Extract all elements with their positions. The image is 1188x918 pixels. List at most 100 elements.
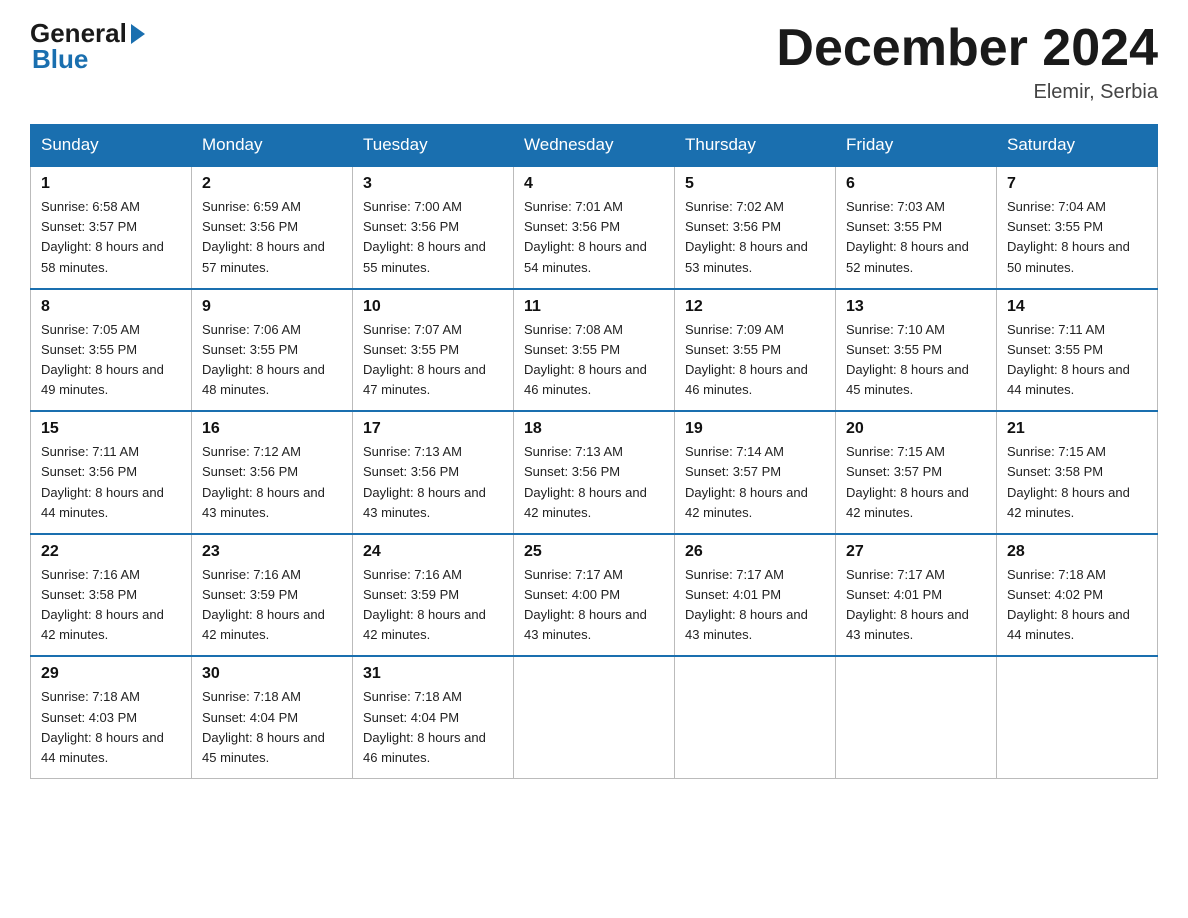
- day-number: 25: [524, 543, 664, 561]
- day-number: 19: [685, 420, 825, 438]
- calendar-cell: 10 Sunrise: 7:07 AMSunset: 3:55 PMDayligh…: [353, 289, 514, 412]
- month-title: December 2024: [776, 20, 1158, 77]
- day-number: 10: [363, 298, 503, 316]
- day-info: Sunrise: 7:16 AMSunset: 3:58 PMDaylight:…: [41, 565, 181, 646]
- calendar-cell: 26 Sunrise: 7:17 AMSunset: 4:01 PMDayligh…: [675, 534, 836, 657]
- calendar-cell: [514, 656, 675, 778]
- day-number: 8: [41, 298, 181, 316]
- day-number: 15: [41, 420, 181, 438]
- day-header-monday: Monday: [192, 125, 353, 167]
- week-row-1: 1 Sunrise: 6:58 AMSunset: 3:57 PMDaylight…: [31, 166, 1158, 289]
- day-number: 6: [846, 175, 986, 193]
- day-number: 30: [202, 665, 342, 683]
- day-header-friday: Friday: [836, 125, 997, 167]
- calendar-cell: 1 Sunrise: 6:58 AMSunset: 3:57 PMDaylight…: [31, 166, 192, 289]
- header-row: SundayMondayTuesdayWednesdayThursdayFrid…: [31, 125, 1158, 167]
- day-info: Sunrise: 7:13 AMSunset: 3:56 PMDaylight:…: [524, 442, 664, 523]
- day-info: Sunrise: 7:05 AMSunset: 3:55 PMDaylight:…: [41, 320, 181, 401]
- day-info: Sunrise: 7:14 AMSunset: 3:57 PMDaylight:…: [685, 442, 825, 523]
- calendar-cell: [836, 656, 997, 778]
- day-info: Sunrise: 7:02 AMSunset: 3:56 PMDaylight:…: [685, 197, 825, 278]
- day-number: 26: [685, 543, 825, 561]
- day-info: Sunrise: 7:12 AMSunset: 3:56 PMDaylight:…: [202, 442, 342, 523]
- day-header-sunday: Sunday: [31, 125, 192, 167]
- day-number: 18: [524, 420, 664, 438]
- day-info: Sunrise: 7:06 AMSunset: 3:55 PMDaylight:…: [202, 320, 342, 401]
- calendar-cell: 29 Sunrise: 7:18 AMSunset: 4:03 PMDayligh…: [31, 656, 192, 778]
- calendar-cell: 23Sunrise: 7:16 AMSunset: 3:59 PMDayligh…: [192, 534, 353, 657]
- day-number: 4: [524, 175, 664, 193]
- day-info: Sunrise: 7:18 AMSunset: 4:03 PMDaylight:…: [41, 687, 181, 768]
- day-number: 12: [685, 298, 825, 316]
- calendar-cell: 4 Sunrise: 7:01 AMSunset: 3:56 PMDaylight…: [514, 166, 675, 289]
- day-info: Sunrise: 7:17 AMSunset: 4:01 PMDaylight:…: [846, 565, 986, 646]
- day-info: Sunrise: 7:08 AMSunset: 3:55 PMDaylight:…: [524, 320, 664, 401]
- day-number: 2: [202, 175, 342, 193]
- calendar-cell: 11 Sunrise: 7:08 AMSunset: 3:55 PMDayligh…: [514, 289, 675, 412]
- day-number: 1: [41, 175, 181, 193]
- logo-general-text: General: [30, 20, 127, 46]
- calendar-cell: 28 Sunrise: 7:18 AMSunset: 4:02 PMDayligh…: [997, 534, 1158, 657]
- calendar-cell: 13 Sunrise: 7:10 AMSunset: 3:55 PMDayligh…: [836, 289, 997, 412]
- day-header-wednesday: Wednesday: [514, 125, 675, 167]
- calendar-cell: [997, 656, 1158, 778]
- day-number: 11: [524, 298, 664, 316]
- calendar-table: SundayMondayTuesdayWednesdayThursdayFrid…: [30, 124, 1158, 779]
- day-number: 5: [685, 175, 825, 193]
- day-info: Sunrise: 7:15 AMSunset: 3:57 PMDaylight:…: [846, 442, 986, 523]
- calendar-cell: 19 Sunrise: 7:14 AMSunset: 3:57 PMDayligh…: [675, 411, 836, 534]
- day-info: Sunrise: 7:17 AMSunset: 4:01 PMDaylight:…: [685, 565, 825, 646]
- day-number: 24: [363, 543, 503, 561]
- logo-arrow-icon: [131, 24, 145, 44]
- day-info: Sunrise: 6:59 AMSunset: 3:56 PMDaylight:…: [202, 197, 342, 278]
- day-header-tuesday: Tuesday: [353, 125, 514, 167]
- day-number: 29: [41, 665, 181, 683]
- day-header-saturday: Saturday: [997, 125, 1158, 167]
- calendar-cell: 8 Sunrise: 7:05 AMSunset: 3:55 PMDaylight…: [31, 289, 192, 412]
- day-info: Sunrise: 7:13 AMSunset: 3:56 PMDaylight:…: [363, 442, 503, 523]
- calendar-cell: 25Sunrise: 7:17 AMSunset: 4:00 PMDayligh…: [514, 534, 675, 657]
- day-info: Sunrise: 7:07 AMSunset: 3:55 PMDaylight:…: [363, 320, 503, 401]
- calendar-cell: 2 Sunrise: 6:59 AMSunset: 3:56 PMDaylight…: [192, 166, 353, 289]
- day-info: Sunrise: 7:04 AMSunset: 3:55 PMDaylight:…: [1007, 197, 1147, 278]
- day-info: Sunrise: 7:09 AMSunset: 3:55 PMDaylight:…: [685, 320, 825, 401]
- day-number: 3: [363, 175, 503, 193]
- day-number: 7: [1007, 175, 1147, 193]
- day-number: 20: [846, 420, 986, 438]
- day-info: Sunrise: 7:18 AMSunset: 4:04 PMDaylight:…: [202, 687, 342, 768]
- calendar-cell: 6Sunrise: 7:03 AMSunset: 3:55 PMDaylight…: [836, 166, 997, 289]
- logo: General Blue: [30, 20, 145, 72]
- day-number: 16: [202, 420, 342, 438]
- calendar-cell: 16 Sunrise: 7:12 AMSunset: 3:56 PMDayligh…: [192, 411, 353, 534]
- calendar-cell: 9Sunrise: 7:06 AMSunset: 3:55 PMDaylight…: [192, 289, 353, 412]
- day-info: Sunrise: 7:11 AMSunset: 3:55 PMDaylight:…: [1007, 320, 1147, 401]
- calendar-cell: 17Sunrise: 7:13 AMSunset: 3:56 PMDayligh…: [353, 411, 514, 534]
- calendar-cell: 30 Sunrise: 7:18 AMSunset: 4:04 PMDayligh…: [192, 656, 353, 778]
- title-area: December 2024 Elemir, Serbia: [776, 20, 1158, 104]
- week-row-4: 22 Sunrise: 7:16 AMSunset: 3:58 PMDayligh…: [31, 534, 1158, 657]
- calendar-cell: 15 Sunrise: 7:11 AMSunset: 3:56 PMDayligh…: [31, 411, 192, 534]
- day-info: Sunrise: 7:11 AMSunset: 3:56 PMDaylight:…: [41, 442, 181, 523]
- day-number: 27: [846, 543, 986, 561]
- logo-blue-text: Blue: [32, 46, 145, 72]
- day-info: Sunrise: 7:18 AMSunset: 4:02 PMDaylight:…: [1007, 565, 1147, 646]
- day-info: Sunrise: 7:00 AMSunset: 3:56 PMDaylight:…: [363, 197, 503, 278]
- day-info: Sunrise: 7:16 AMSunset: 3:59 PMDaylight:…: [202, 565, 342, 646]
- day-info: Sunrise: 7:16 AMSunset: 3:59 PMDaylight:…: [363, 565, 503, 646]
- day-info: Sunrise: 7:10 AMSunset: 3:55 PMDaylight:…: [846, 320, 986, 401]
- day-number: 13: [846, 298, 986, 316]
- calendar-cell: 12 Sunrise: 7:09 AMSunset: 3:55 PMDayligh…: [675, 289, 836, 412]
- calendar-cell: 24 Sunrise: 7:16 AMSunset: 3:59 PMDayligh…: [353, 534, 514, 657]
- day-number: 31: [363, 665, 503, 683]
- calendar-cell: 3 Sunrise: 7:00 AMSunset: 3:56 PMDaylight…: [353, 166, 514, 289]
- calendar-cell: 18 Sunrise: 7:13 AMSunset: 3:56 PMDayligh…: [514, 411, 675, 534]
- day-info: Sunrise: 6:58 AMSunset: 3:57 PMDaylight:…: [41, 197, 181, 278]
- day-number: 22: [41, 543, 181, 561]
- calendar-cell: 5 Sunrise: 7:02 AMSunset: 3:56 PMDaylight…: [675, 166, 836, 289]
- day-number: 28: [1007, 543, 1147, 561]
- calendar-cell: 31Sunrise: 7:18 AMSunset: 4:04 PMDayligh…: [353, 656, 514, 778]
- day-info: Sunrise: 7:01 AMSunset: 3:56 PMDaylight:…: [524, 197, 664, 278]
- day-number: 21: [1007, 420, 1147, 438]
- day-info: Sunrise: 7:15 AMSunset: 3:58 PMDaylight:…: [1007, 442, 1147, 523]
- week-row-2: 8 Sunrise: 7:05 AMSunset: 3:55 PMDaylight…: [31, 289, 1158, 412]
